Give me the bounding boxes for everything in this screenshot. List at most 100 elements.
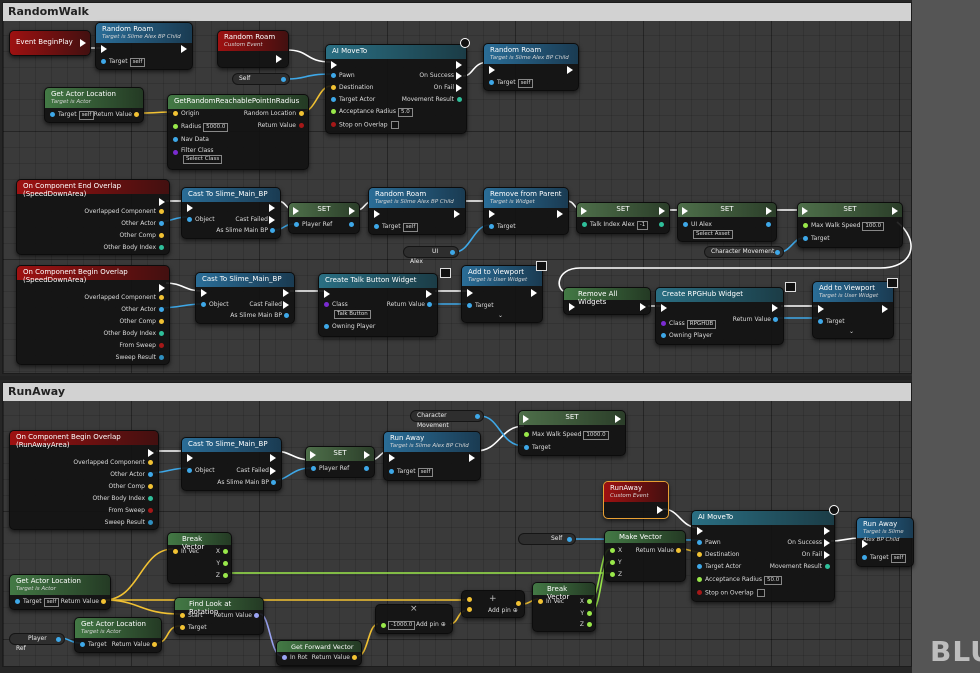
x-pin-dot[interactable] [587, 599, 592, 604]
set-ui-alex-node[interactable]: SET UI Alex Select Asset [677, 202, 777, 242]
ui-alex-pin-dot[interactable] [450, 250, 455, 255]
cast-to-slime-node-1[interactable]: Cast To Slime_Main_BP Object Cast Failed… [181, 187, 281, 239]
max-walk-speed-pin-dot[interactable] [803, 223, 808, 228]
in-rot-pin-dot[interactable] [282, 655, 287, 660]
target-pin-dot[interactable] [15, 599, 20, 604]
movement-result-pin-dot[interactable] [825, 564, 830, 569]
exec-in-pin[interactable] [802, 207, 808, 215]
exec-in-pin[interactable] [862, 540, 868, 548]
begin-overlap-speed-event-node[interactable]: On Component Begin Overlap (SpeedDownAre… [16, 265, 170, 365]
exec-out-pin[interactable] [531, 289, 537, 297]
exec-out-pin[interactable] [557, 210, 563, 218]
add-pin-label[interactable]: Add pin [416, 621, 439, 628]
other-actor-pin-dot[interactable] [159, 307, 164, 312]
filter-class-pin-dot[interactable] [173, 150, 178, 155]
self-pin-dot[interactable] [281, 77, 286, 82]
target-value[interactable]: self [43, 598, 60, 607]
exec-out-pin[interactable] [824, 527, 830, 535]
set-player-ref-node-2[interactable]: SET Player Ref [305, 446, 375, 478]
target-pin-dot[interactable] [50, 112, 55, 117]
add-to-viewport-node-1[interactable]: Add to Viewport Target is User Widget Tar… [461, 265, 543, 323]
target-pin-dot[interactable] [862, 555, 867, 560]
exec-out-pin[interactable] [159, 284, 165, 292]
class-pin-dot[interactable] [324, 302, 329, 307]
exec-in-pin[interactable] [187, 454, 193, 462]
self-variable-node-2[interactable]: Self [518, 533, 576, 545]
exec-in-pin[interactable] [523, 415, 529, 423]
target-pin-dot[interactable] [374, 224, 379, 229]
pawn-pin-dot[interactable] [697, 540, 702, 545]
exec-in-pin[interactable] [101, 45, 107, 53]
other-comp-pin-dot[interactable] [159, 319, 164, 324]
get-actor-location-node-3[interactable]: Get Actor Location Target is Actor Target… [74, 617, 162, 653]
exec-out-pin[interactable] [456, 61, 462, 69]
ui-alex-asset-select[interactable]: Select Asset [693, 230, 733, 239]
ai-move-to-node-1[interactable]: AI MoveTo Pawn Destination Target Actor … [325, 44, 467, 134]
class-select[interactable]: Talk Button [334, 310, 371, 319]
overlapped-component-pin-dot[interactable] [148, 460, 153, 465]
break-vector-node-1[interactable]: Break Vector In Vec X Y Z [167, 532, 232, 584]
target-pin-dot[interactable] [524, 445, 529, 450]
pawn-pin-dot[interactable] [331, 73, 336, 78]
filter-class-select[interactable]: Select Class [183, 155, 223, 164]
exec-in-pin[interactable] [389, 454, 395, 462]
object-pin-dot[interactable] [187, 217, 192, 222]
talk-index-pin-dot[interactable] [582, 222, 587, 227]
player-ref-pin-dot[interactable] [294, 222, 299, 227]
return-value-pin-dot[interactable] [101, 599, 106, 604]
player-ref-out-pin-dot[interactable] [364, 466, 369, 471]
set-talk-index-node[interactable]: SET Talk Index Alex -1 [576, 202, 670, 234]
expand-chevron-icon[interactable]: ⌄ [849, 328, 854, 336]
exec-out-pin[interactable] [772, 304, 778, 312]
max-walk-speed-input[interactable]: 1000.0 [583, 431, 609, 440]
other-body-index-pin-dot[interactable] [148, 496, 153, 501]
exec-out-pin[interactable] [426, 290, 432, 298]
other-body-index-pin-dot[interactable] [159, 245, 164, 250]
set-max-walk-speed-node-1[interactable]: SET Max Walk Speed 100.0 Target [797, 202, 903, 248]
ui-alex-out-pin-dot[interactable] [766, 222, 771, 227]
exec-out-pin[interactable] [659, 207, 665, 215]
z-pin-dot[interactable] [223, 573, 228, 578]
target-pin-dot[interactable] [80, 642, 85, 647]
stop-on-overlap-checkbox[interactable] [390, 121, 399, 129]
x-pin-dot[interactable] [223, 549, 228, 554]
talk-index-out-pin-dot[interactable] [659, 222, 664, 227]
class-pin-dot[interactable] [661, 321, 666, 326]
other-actor-pin-dot[interactable] [148, 472, 153, 477]
on-fail-exec-pin[interactable] [824, 551, 830, 559]
exec-out-pin[interactable] [640, 303, 646, 311]
return-pin-dot[interactable] [516, 601, 521, 606]
exec-in-pin[interactable] [697, 527, 703, 535]
from-sweep-pin-dot[interactable] [159, 343, 164, 348]
exec-out-pin[interactable] [148, 449, 154, 457]
end-overlap-speed-event-node[interactable]: On Component End Overlap (SpeedDownArea)… [16, 179, 170, 255]
return-value-pin-dot[interactable] [427, 302, 432, 307]
target-pin-dot[interactable] [101, 59, 106, 64]
random-roam-event-node[interactable]: Random Roam Custom Event [217, 30, 289, 68]
cast-failed-exec-pin[interactable] [270, 467, 276, 475]
origin-pin-dot[interactable] [173, 111, 178, 116]
z-pin-dot[interactable] [610, 572, 615, 577]
add-to-viewport-node-2[interactable]: Add to Viewport Target is User Widget Tar… [812, 281, 894, 339]
return-value-pin-dot[interactable] [152, 642, 157, 647]
return-value-pin-dot[interactable] [299, 123, 304, 128]
begin-overlap-runaway-event-node[interactable]: On Component Begin Overlap (RunAwayArea)… [9, 430, 159, 530]
exec-out-pin[interactable] [766, 207, 772, 215]
exec-in-pin[interactable] [324, 290, 330, 298]
cast-failed-exec-pin[interactable] [269, 216, 275, 224]
exec-in-pin[interactable] [293, 207, 299, 215]
acceptance-radius-input[interactable]: 50.0 [763, 576, 783, 585]
character-movement-variable-node-2[interactable]: Character Movement [410, 410, 484, 429]
exec-in-pin[interactable] [467, 289, 473, 297]
from-sweep-pin-dot[interactable] [148, 508, 153, 513]
radius-pin-dot[interactable] [173, 124, 178, 129]
event-begin-play-node[interactable]: Event BeginPlay [9, 30, 91, 56]
other-body-index-pin-dot[interactable] [159, 331, 164, 336]
stop-on-overlap-pin-dot[interactable] [697, 590, 702, 595]
return-value-pin-dot[interactable] [352, 655, 357, 660]
run-away-call-node-1[interactable]: Run Away Target is Slime Alex BP Child Ta… [383, 431, 481, 481]
exec-out-pin[interactable] [181, 45, 187, 53]
make-vector-node[interactable]: Make Vector X Y Z Return Value [604, 530, 686, 582]
add-pin-label[interactable]: Add pin [488, 607, 511, 614]
ui-alex-pin-dot[interactable] [683, 222, 688, 227]
